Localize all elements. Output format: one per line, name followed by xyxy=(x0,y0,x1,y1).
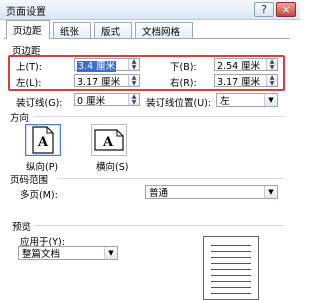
landscape-option[interactable]: A xyxy=(91,124,127,156)
multiple-pages-label: 多页(M): xyxy=(20,190,58,201)
bottom-margin-spinner[interactable]: ▲ ▼ xyxy=(266,59,277,70)
gutter-input[interactable]: 0 厘米 ▲ ▼ xyxy=(74,93,140,107)
portrait-option[interactable]: A xyxy=(25,124,61,156)
portrait-page-icon: A xyxy=(32,126,54,154)
apply-to-value: 整篇文档 xyxy=(22,249,61,260)
bottom-margin-value: 2.54 厘米 xyxy=(217,60,261,72)
dropdown-arrow-icon[interactable]: ▼ xyxy=(264,186,277,198)
gutter-label: 装订线(G): xyxy=(16,98,63,109)
preview-line xyxy=(211,287,251,288)
tab-margins[interactable]: 页边距 xyxy=(6,20,50,39)
preview-line xyxy=(211,275,251,276)
down-arrow-icon[interactable]: ▼ xyxy=(129,99,139,105)
divider xyxy=(34,116,284,117)
preview-page xyxy=(203,236,259,300)
preview-line xyxy=(211,257,251,258)
down-arrow-icon[interactable]: ▼ xyxy=(129,64,139,70)
left-margin-value: 3.17 厘米 xyxy=(77,76,121,88)
bottom-margin-label: 下(B): xyxy=(170,62,197,73)
gutter-position-value: 左 xyxy=(220,96,230,107)
preview-line xyxy=(211,293,251,294)
gutter-value: 0 厘米 xyxy=(77,95,106,107)
orientation-section-label: 方向 xyxy=(10,113,30,124)
top-margin-value: 3.4 厘米 xyxy=(77,60,117,72)
dropdown-arrow-icon[interactable]: ▼ xyxy=(104,247,117,259)
divider xyxy=(34,225,284,226)
landscape-label: 横向(S) xyxy=(96,162,129,173)
help-button[interactable]: ? xyxy=(254,2,274,17)
down-arrow-icon[interactable]: ▼ xyxy=(267,64,277,70)
gutter-spinner[interactable]: ▲ ▼ xyxy=(128,94,139,105)
multiple-pages-select[interactable]: 普通 ▼ xyxy=(145,185,278,199)
right-margin-label: 右(R): xyxy=(170,78,197,89)
multiple-pages-value: 普通 xyxy=(149,188,169,199)
tab-paper[interactable]: 纸张 xyxy=(53,22,91,38)
svg-text:A: A xyxy=(37,135,49,150)
close-button[interactable]: × xyxy=(276,2,296,17)
top-margin-spinner[interactable]: ▲ ▼ xyxy=(128,59,139,70)
apply-to-select[interactable]: 整篇文档 ▼ xyxy=(18,246,118,260)
down-arrow-icon[interactable]: ▼ xyxy=(129,80,139,86)
landscape-page-icon: A xyxy=(94,129,124,151)
preview-section-label: 预览 xyxy=(12,222,32,233)
top-margin-input[interactable]: 3.4 厘米 ▲ ▼ xyxy=(74,58,140,72)
preview-line xyxy=(211,263,251,264)
preview-line xyxy=(211,251,251,252)
window-title: 页面设置 xyxy=(6,7,46,18)
pages-section-label: 页码范围 xyxy=(10,175,49,186)
bottom-margin-input[interactable]: 2.54 厘米 ▲ ▼ xyxy=(214,58,278,72)
portrait-label: 纵向(P) xyxy=(26,162,59,173)
dropdown-arrow-icon[interactable]: ▼ xyxy=(264,94,277,106)
left-margin-label: 左(L): xyxy=(16,78,42,89)
svg-text:A: A xyxy=(102,135,114,150)
right-margin-input[interactable]: 3.17 厘米 ▲ ▼ xyxy=(214,74,278,88)
gutter-position-label: 装订线位置(U): xyxy=(146,98,212,109)
gutter-position-select[interactable]: 左 ▼ xyxy=(216,93,278,107)
right-margin-spinner[interactable]: ▲ ▼ xyxy=(266,75,277,86)
preview-line xyxy=(211,245,251,246)
preview-line xyxy=(211,269,251,270)
tab-document-grid[interactable]: 文档网格 xyxy=(135,22,193,38)
down-arrow-icon[interactable]: ▼ xyxy=(267,80,277,86)
divider xyxy=(58,178,284,179)
top-margin-label: 上(T): xyxy=(16,62,42,73)
left-margin-input[interactable]: 3.17 厘米 ▲ ▼ xyxy=(74,74,140,88)
tab-layout[interactable]: 版式 xyxy=(94,22,132,38)
right-margin-value: 3.17 厘米 xyxy=(217,76,261,88)
left-margin-spinner[interactable]: ▲ ▼ xyxy=(128,75,139,86)
preview-line xyxy=(211,281,251,282)
